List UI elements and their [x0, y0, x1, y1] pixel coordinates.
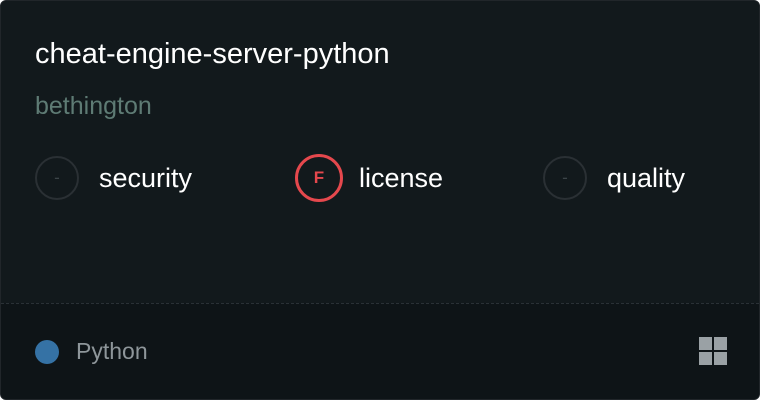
metric-security: - security	[35, 154, 192, 202]
repo-owner[interactable]: bethington	[35, 89, 152, 123]
repo-name[interactable]: cheat-engine-server-python	[35, 34, 390, 74]
security-grade-badge: -	[35, 156, 79, 200]
license-label: license	[359, 162, 444, 193]
repo-card[interactable]: cheat-engine-server-python bethington - …	[0, 0, 760, 400]
quality-grade-badge: -	[543, 156, 587, 200]
metric-license: F license	[295, 154, 443, 202]
language-color-dot	[35, 340, 59, 364]
windows-icon	[699, 337, 727, 365]
license-grade-badge: F	[295, 154, 343, 202]
language-name: Python	[76, 338, 148, 364]
card-body: cheat-engine-server-python bethington - …	[1, 1, 759, 303]
card-footer: Python	[1, 304, 759, 399]
security-label: security	[99, 162, 193, 193]
quality-label: quality	[607, 162, 686, 193]
metric-quality: - quality	[543, 154, 685, 202]
